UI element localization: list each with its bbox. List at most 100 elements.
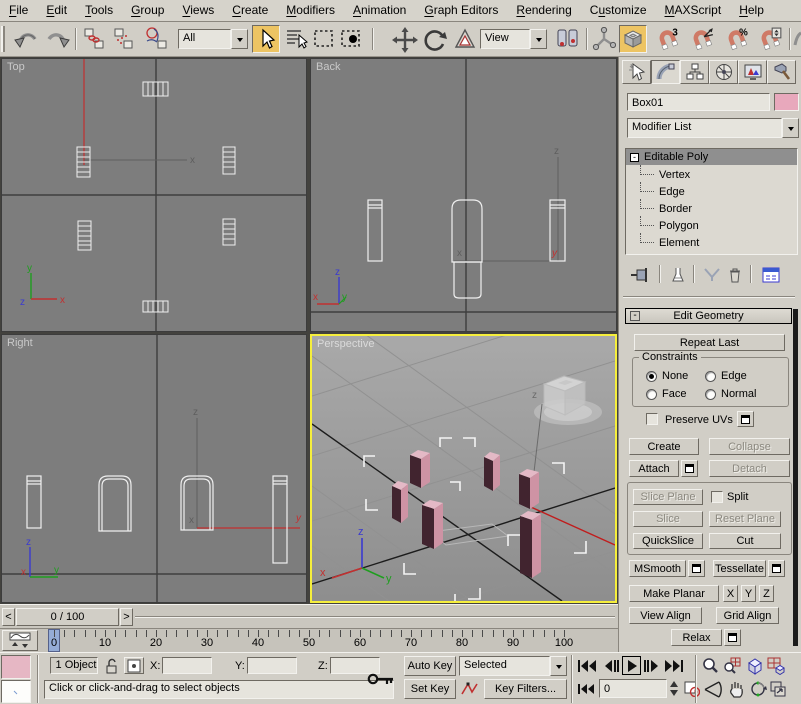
select-object-button[interactable] [252,25,280,53]
make-planar-y-button[interactable]: Y [741,585,756,602]
keyboard-shortcut-override-toggle[interactable] [366,666,396,692]
attach-button[interactable]: Attach [629,460,679,477]
make-planar-x-button[interactable]: X [723,585,738,602]
menu-item-help[interactable]: Help [730,0,773,22]
make-unique-button[interactable] [702,265,722,285]
default-tangent-button[interactable] [459,679,481,699]
select-and-rotate-icon[interactable] [423,27,447,53]
configure-modifier-sets-button[interactable] [760,265,782,285]
select-and-scale-icon[interactable] [453,27,477,51]
select-and-move-icon[interactable] [392,27,418,53]
absolute-offset-toggle[interactable] [124,657,144,674]
stack-item-editable-poly[interactable]: - Editable Poly [626,149,797,165]
bind-to-space-warp-icon[interactable] [144,27,170,51]
percent-snap-toggle-icon[interactable]: % [724,27,750,53]
select-and-manipulate-icon[interactable] [592,27,616,53]
msmooth-button[interactable]: MSmooth [629,560,686,577]
maximize-viewport-toggle[interactable] [768,679,788,699]
edit-geometry-rollout-header[interactable]: - Edit Geometry [625,308,792,324]
cut-button[interactable]: Cut [709,533,781,549]
back-viewport-canvas[interactable]: z x y z x y [311,59,617,332]
use-pivot-point-center-icon[interactable] [555,27,581,53]
rectangular-selection-region-icon[interactable] [312,27,336,51]
slice-button[interactable]: Slice [633,511,703,527]
split-checkbox[interactable] [711,491,723,503]
angle-snap-toggle-icon[interactable] [689,27,715,53]
next-frame-slider-button[interactable]: > [120,608,133,626]
constraint-face-label[interactable]: Face [662,388,686,400]
zoom-button[interactable] [700,656,720,676]
viewport-right[interactable]: Right z x y z [1,334,307,603]
go-to-end-button[interactable] [663,657,685,675]
right-viewport-canvas[interactable]: z x y z x y [2,335,307,603]
clipped-tool-icon[interactable] [793,27,801,51]
tab-create[interactable] [622,60,651,84]
menu-item-tools[interactable]: Tools [76,0,122,22]
zoom-extents-button[interactable] [743,656,765,676]
auto-key-button[interactable]: Auto Key [404,656,456,676]
reference-coordinate-dropdown-arrow[interactable] [530,29,547,49]
spinner-snap-toggle-icon[interactable] [757,27,783,53]
constraint-normal-label[interactable]: Normal [721,388,756,400]
menu-item-create[interactable]: Create [223,0,277,22]
key-filter-dropdown-arrow[interactable] [550,656,567,676]
select-and-link-icon[interactable] [82,27,106,51]
modifier-list-combo[interactable]: Modifier List [627,118,799,138]
tessellate-button[interactable]: Tessellate [713,560,766,577]
preserve-uvs-checkbox[interactable] [646,413,658,425]
go-to-start-button[interactable] [576,657,598,675]
zoom-all-button[interactable] [722,656,742,676]
menu-item-file[interactable]: File [0,0,37,22]
collapse-minus-icon[interactable]: - [630,153,639,162]
constraint-edge-radio[interactable] [705,371,716,382]
field-of-view-button[interactable] [702,679,724,699]
preserve-uvs-label[interactable]: Preserve UVs [665,414,733,426]
frame-spinner[interactable] [668,679,680,698]
y-coordinate-field[interactable] [247,657,297,674]
unlink-selection-icon[interactable] [112,27,136,51]
viewport-right-label[interactable]: Right [7,337,33,349]
pan-button[interactable] [726,679,746,699]
constraint-normal-radio[interactable] [705,389,716,400]
modifier-list-dropdown-arrow[interactable] [782,118,799,138]
grid-align-button[interactable]: Grid Align [716,607,779,624]
split-label[interactable]: Split [727,491,748,503]
stack-item-edge[interactable]: Edge [626,182,797,199]
time-configuration-button[interactable] [683,680,701,698]
object-name-field[interactable] [627,93,770,111]
time-slider-handle[interactable]: 0 / 100 [16,608,119,626]
viewport-top[interactable]: Top x y x [1,58,307,332]
redo-icon[interactable] [44,27,70,51]
reference-coordinate-combo[interactable]: View [480,29,547,49]
viewport-top-label[interactable]: Top [7,61,25,73]
object-color-swatch[interactable] [774,93,799,111]
make-planar-z-button[interactable]: Z [759,585,774,602]
tab-utilities[interactable] [767,60,796,84]
tab-display[interactable] [738,60,767,84]
arc-rotate-button[interactable] [747,679,769,699]
menu-item-animation[interactable]: Animation [344,0,415,22]
menu-item-views[interactable]: Views [173,0,223,22]
current-frame-field[interactable] [599,679,667,698]
msmooth-settings-button[interactable] [688,560,705,577]
menu-item-edit[interactable]: Edit [37,0,76,22]
view-align-button[interactable]: View Align [629,607,702,624]
show-end-result-button[interactable] [669,265,687,285]
quickslice-button[interactable]: QuickSlice [633,533,703,549]
collapse-button[interactable]: Collapse [709,438,790,455]
constraint-edge-label[interactable]: Edge [721,370,747,382]
open-mini-curve-editor-button[interactable] [2,630,38,651]
remove-modifier-button[interactable] [725,265,745,285]
trackbar-ruler[interactable]: 0102030405060708090100 [46,629,586,653]
tab-modify[interactable] [651,60,680,84]
pin-stack-button[interactable] [628,265,652,285]
constraint-face-radio[interactable] [646,389,657,400]
stack-item-border[interactable]: Border [626,199,797,216]
preserve-uvs-settings-button[interactable] [737,411,754,427]
select-by-name-icon[interactable] [284,27,310,51]
pink-box-objects[interactable] [392,450,541,578]
zoom-extents-all-button[interactable] [766,656,786,676]
viewport-perspective[interactable]: Perspective z [310,334,617,603]
relax-button[interactable]: Relax [671,629,722,646]
stack-item-vertex[interactable]: Vertex [626,165,797,182]
